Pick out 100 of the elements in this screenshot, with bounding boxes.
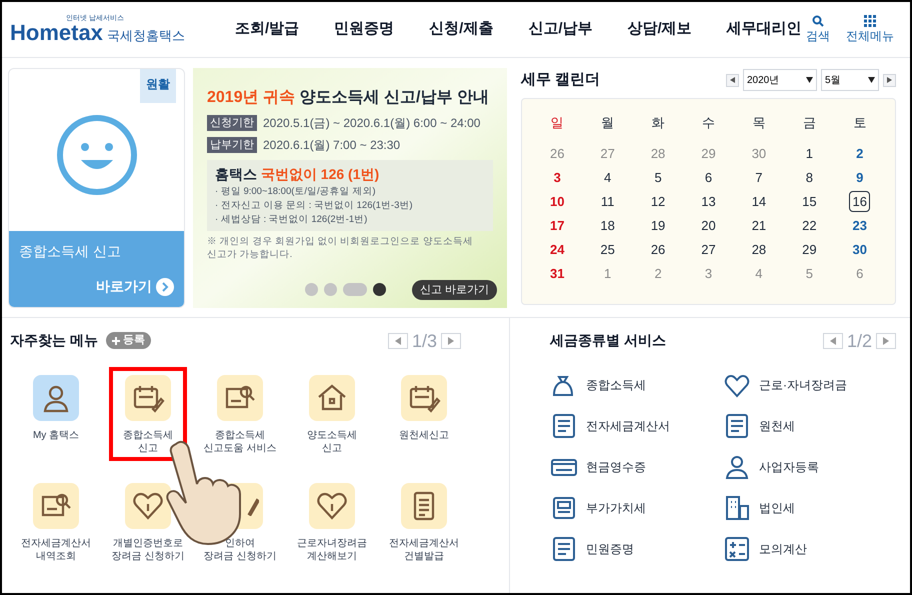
receipt-icon [550, 494, 578, 522]
calendar-day[interactable]: 5 [648, 166, 669, 188]
calendar-day[interactable]: 28 [748, 238, 770, 260]
nav-link[interactable]: 조회/발급 [235, 18, 300, 41]
weekday-label: 수 [700, 114, 716, 132]
banner-note: ※ 개인의 경우 회원가입 없이 비회원로그인으로 양도소득세 신고가 가능합니다. [207, 235, 474, 261]
calendar-day[interactable]: 21 [748, 214, 770, 236]
banner-title: 2019년 귀속 양도소득세 신고/납부 안내 [207, 88, 490, 108]
plus-icon [112, 336, 120, 344]
calendar-day[interactable]: 29 [798, 238, 820, 260]
search-icon [812, 14, 824, 26]
info-line: · 평일 9:00~18:00(토/일/공휴일 제외) [215, 185, 376, 199]
nav-link[interactable]: 민원증명 [334, 18, 394, 41]
calendar-day[interactable]: 26 [648, 238, 669, 260]
weekday-label: 월 [600, 114, 616, 132]
service-link[interactable]: 종합소득세 [550, 371, 723, 399]
slide-indicator[interactable] [373, 283, 386, 296]
service-link[interactable]: 현금영수증 [550, 453, 723, 481]
calendar-day[interactable]: 20 [698, 214, 719, 236]
month-select[interactable]: 5월 [821, 69, 879, 91]
page-indicator: 1/2 [846, 332, 872, 350]
document-icon [723, 412, 751, 440]
document-icon [550, 535, 578, 563]
page-indicator: 1/3 [412, 332, 437, 350]
menu-label: 근로자녀장려금 계산해보기 [297, 537, 367, 563]
calendar-day[interactable]: 14 [748, 190, 770, 212]
calendar-day[interactable]: 23 [849, 214, 870, 236]
all-menu-button[interactable]: 전체메뉴 [846, 14, 894, 44]
year-select[interactable]: 2020년 [743, 69, 817, 91]
calendar-day[interactable]: 31 [546, 262, 568, 284]
menu-label: 전자세금계산서 내역조회 [21, 537, 91, 563]
calendar-title: 세무 캘린더 [521, 70, 600, 90]
calendar-day[interactable]: 18 [597, 214, 618, 236]
nav-link[interactable]: 신고/납부 [528, 18, 593, 41]
calendar-day[interactable]: 1 [798, 142, 820, 164]
status-badge: 원활 [140, 69, 176, 103]
service-link[interactable]: 민원증명 [550, 535, 723, 563]
calendar-day[interactable]: 10 [546, 190, 568, 212]
previous-button[interactable] [822, 332, 843, 348]
menu-item[interactable]: 근로자녀장려금 계산해보기 [293, 475, 371, 569]
report-shortcut-button[interactable]: 신고 바로가기 [412, 280, 497, 300]
info-line: · 전자신고 이용 문의 : 국번없이 126(1번-3번) [215, 199, 414, 213]
nav-link[interactable]: 신청/제출 [429, 18, 494, 41]
menu-item[interactable]: 종합소득세 신고도움 서비스 [201, 367, 279, 461]
calendar-day[interactable]: 6 [698, 166, 719, 188]
smiley-icon [56, 114, 138, 196]
menu-label: 전자세금계산서 건별발급 [389, 537, 459, 563]
next-button[interactable] [876, 332, 896, 348]
service-link[interactable]: 모의계산 [723, 535, 896, 563]
calendar-day[interactable]: 9 [849, 166, 870, 188]
logo-subtitle: 국세청홈택스 [106, 29, 185, 42]
menu-item[interactable]: 전자세금계산서 내역조회 [17, 475, 95, 569]
calendar-day[interactable]: 8 [798, 166, 820, 188]
calendar-day[interactable]: 17 [546, 214, 568, 236]
right-triangle-icon [887, 77, 892, 83]
calendar-day[interactable]: 4 [597, 166, 618, 188]
menu-item[interactable]: 원천세신고 [385, 367, 463, 461]
menu-label: My 홈택스 [32, 429, 80, 442]
search-button[interactable]: 검색 [806, 14, 830, 44]
calendar-day[interactable]: 3 [546, 166, 568, 188]
service-link[interactable]: 전자세금계산서 [550, 412, 723, 440]
calendar-day[interactable]: 2 [849, 142, 870, 164]
service-link[interactable]: 법인세 [723, 494, 896, 522]
dropdown-caret-icon [868, 77, 875, 83]
nav-link[interactable]: 상담/제보 [628, 18, 692, 41]
previous-month-button[interactable] [726, 74, 739, 86]
period-text: 2020.6.1(월) 7:00 ~ 23:30 [263, 137, 400, 154]
menu-item[interactable]: 전자세금계산서 건별발급 [385, 475, 463, 569]
previous-button[interactable] [388, 332, 408, 348]
calendar-day[interactable]: 16 [849, 190, 870, 212]
calculator-icon [723, 535, 751, 563]
section-title: 자주찾는 메뉴 [10, 331, 98, 350]
calendar-day[interactable]: 30 [849, 238, 870, 260]
weekday-label: 토 [852, 114, 868, 132]
service-link[interactable]: 사업자등록 [723, 453, 896, 481]
weekday-label: 금 [802, 114, 817, 132]
nav-link[interactable]: 세무대리인 [726, 18, 802, 41]
menu-label: 개별인증번호로 장려금 신청하기 [112, 537, 184, 563]
service-link[interactable]: 부가가치세 [550, 494, 723, 522]
calendar-day[interactable]: 22 [798, 214, 820, 236]
calendar-day[interactable]: 13 [698, 190, 719, 212]
calendar-day[interactable]: 24 [546, 238, 568, 260]
menu-label: 양도소득세 신고 [307, 429, 357, 455]
info-line: · 세법상담 : 국번없이 126(2번-1번) [215, 213, 368, 227]
calendar-day[interactable]: 15 [798, 190, 820, 212]
service-link[interactable]: 근로·자녀장려금 [723, 371, 896, 399]
calendar-day[interactable]: 7 [748, 166, 770, 188]
next-button[interactable] [441, 332, 461, 348]
calendar-day[interactable]: 19 [648, 214, 669, 236]
calendar-day[interactable]: 27 [698, 238, 719, 260]
weekday-label: 일 [550, 114, 565, 132]
calendar-day[interactable]: 11 [597, 190, 618, 212]
calendar-day[interactable]: 12 [648, 190, 669, 212]
weekday-label: 화 [650, 114, 666, 132]
menu-item[interactable]: My 홈택스 [17, 367, 95, 461]
period-tag: 신청기한 [207, 114, 257, 132]
service-link[interactable]: 원천세 [723, 412, 896, 440]
menu-item[interactable]: 양도소득세 신고 [293, 367, 371, 461]
next-month-button[interactable] [883, 74, 896, 86]
calendar-day[interactable]: 25 [597, 238, 618, 260]
